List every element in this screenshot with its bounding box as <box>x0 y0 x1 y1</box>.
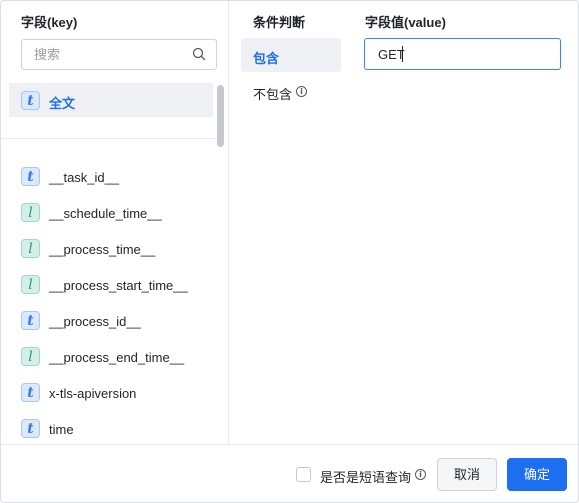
text-cursor <box>402 46 403 62</box>
info-icon[interactable]: i <box>415 469 426 480</box>
text-type-icon: t <box>21 311 40 330</box>
field-item[interactable]: t x-tls-apiversion <box>9 375 213 409</box>
field-item[interactable]: t __task_id__ <box>9 159 213 193</box>
search-icon[interactable] <box>192 47 206 61</box>
field-item-label: __schedule_time__ <box>49 206 162 221</box>
field-search-input[interactable] <box>22 40 192 69</box>
field-item-label: __process_id__ <box>49 314 141 329</box>
field-item-label: 全文 <box>49 96 76 111</box>
text-type-icon: t <box>21 383 40 402</box>
field-item-fulltext[interactable]: t 全文 <box>9 83 213 117</box>
condition-column: 条件判断 包含 不包含 i <box>229 1 354 444</box>
field-item[interactable]: l __schedule_time__ <box>9 195 213 229</box>
long-type-icon: l <box>21 239 40 258</box>
field-item-label: x-tls-apiversion <box>49 386 137 401</box>
long-type-icon: l <box>21 275 40 294</box>
field-item-label: __process_start_time__ <box>49 278 188 293</box>
info-icon[interactable]: i <box>296 86 307 97</box>
field-item[interactable]: l __process_start_time__ <box>9 267 213 301</box>
phrase-query-checkbox[interactable] <box>296 467 311 482</box>
field-item-label: __task_id__ <box>49 170 120 185</box>
field-value-input[interactable] <box>365 39 560 69</box>
field-search-box[interactable] <box>21 39 217 70</box>
field-item[interactable]: l __process_end_time__ <box>9 339 213 373</box>
condition-not-contains[interactable]: 不包含 i <box>241 74 341 108</box>
dialog-footer: 是否是短语查询 i 取消 确定 <box>1 444 578 502</box>
field-item[interactable]: t __process_id__ <box>9 303 213 337</box>
field-list-scrollbar-thumb[interactable] <box>217 85 224 147</box>
long-type-icon: l <box>21 347 40 366</box>
confirm-button[interactable]: 确定 <box>507 458 567 491</box>
condition-title: 条件判断 <box>253 15 306 30</box>
cancel-button[interactable]: 取消 <box>437 458 497 491</box>
field-item-label: __process_time__ <box>49 242 156 257</box>
field-item[interactable]: t time <box>9 411 213 445</box>
field-item-label: __process_end_time__ <box>49 350 185 365</box>
filter-dialog: 字段(key) t 全文 t __task_id__ l __schedule_… <box>0 0 579 503</box>
text-type-icon: t <box>21 91 40 110</box>
field-item[interactable]: l __process_time__ <box>9 231 213 265</box>
field-item-label: time <box>49 422 74 437</box>
field-key-column: 字段(key) t 全文 t __task_id__ l __schedule_… <box>1 1 229 444</box>
field-value-box[interactable] <box>364 38 561 70</box>
text-type-icon: t <box>21 167 40 186</box>
condition-contains[interactable]: 包含 <box>241 38 341 72</box>
condition-label: 包含 <box>253 51 280 66</box>
field-value-title: 字段值(value) <box>365 15 446 30</box>
phrase-query-label[interactable]: 是否是短语查询 <box>320 467 411 486</box>
field-key-title: 字段(key) <box>21 15 78 30</box>
text-type-icon: t <box>21 419 40 438</box>
long-type-icon: l <box>21 203 40 222</box>
condition-label: 不包含 <box>253 87 293 102</box>
field-value-column: 字段值(value) <box>354 1 578 444</box>
divider <box>1 138 219 139</box>
